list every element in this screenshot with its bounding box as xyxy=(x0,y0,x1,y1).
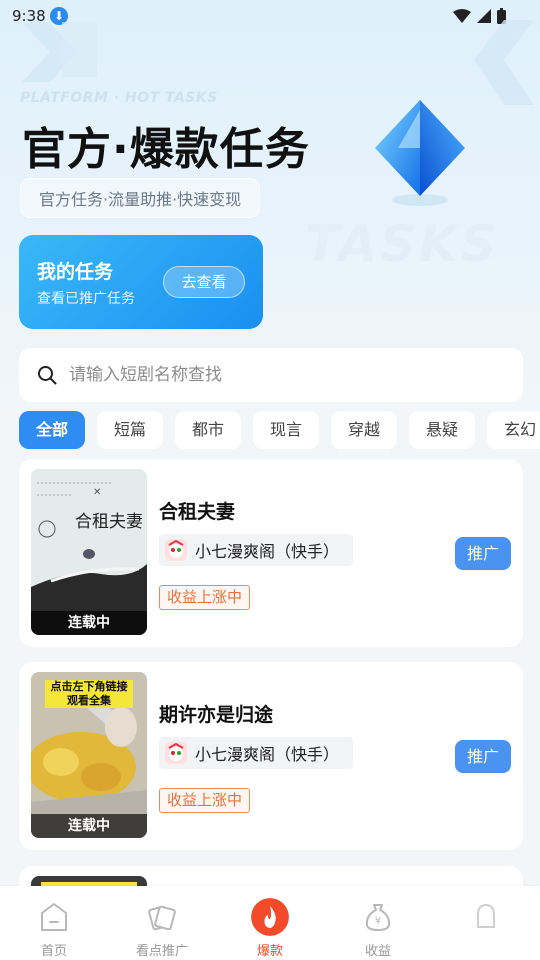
drama-cover[interactable]: ✕ 合租夫妻 连载中 xyxy=(31,469,147,635)
nav-home[interactable]: 首页 xyxy=(0,886,108,960)
my-task-title: 我的任务 xyxy=(37,261,114,283)
promote-button[interactable]: 推广 xyxy=(455,537,511,570)
drama-card[interactable]: ✕ 合租夫妻 连载中 合租夫妻 小七漫爽阁（快手） 收益上涨中 推广 xyxy=(19,459,523,647)
earnings-rising-badge: 收益上涨中 xyxy=(159,585,251,610)
promote-button[interactable]: 推广 xyxy=(455,740,511,773)
drama-card[interactable]: 点击左下角链接 观看全集 连载中 期许亦是归途 小七漫爽阁（快手） 收益上涨中 … xyxy=(19,662,523,850)
crystal-icon xyxy=(375,100,465,206)
my-task-card[interactable]: 我的任务 查看已推广任务 去查看 xyxy=(19,235,263,329)
page-title: 官方·爆款任务 xyxy=(22,124,310,175)
source-tag: 小七漫爽阁（快手） xyxy=(159,534,354,566)
nav-earnings[interactable]: ¥ 收益 xyxy=(324,886,432,960)
fire-icon xyxy=(251,898,289,936)
nav-promote-label: 看点推广 xyxy=(135,944,188,959)
cards-icon xyxy=(148,905,176,931)
home-icon xyxy=(41,903,67,931)
tab-modern-romance[interactable]: 现言 xyxy=(253,411,319,449)
tab-mystery[interactable]: 悬疑 xyxy=(409,411,475,449)
search-input[interactable] xyxy=(69,365,489,385)
serial-status-label: 连载中 xyxy=(31,611,147,635)
earnings-rising-badge: 收益上涨中 xyxy=(159,788,251,813)
drama-title: 期许亦是归途 xyxy=(159,704,274,726)
tab-urban[interactable]: 都市 xyxy=(175,411,241,449)
page-subtitle: 官方任务·流量助推·快速变现 xyxy=(20,178,261,218)
decor-shape-left xyxy=(22,22,97,82)
svg-text:✕: ✕ xyxy=(93,487,101,498)
nav-home-label: 首页 xyxy=(40,944,67,959)
nav-hot[interactable]: 爆款 xyxy=(216,886,324,960)
tab-short[interactable]: 短篇 xyxy=(97,411,163,449)
cover-caption: 点击左下角链接 观看全集 xyxy=(45,680,133,708)
category-tabs: 全部 短篇 都市 现言 穿越 悬疑 玄幻 xyxy=(19,411,540,449)
profile-icon xyxy=(477,903,495,928)
bottom-nav: 首页 看点推广 爆款 ¥ 收益 xyxy=(0,886,540,960)
tab-time-travel[interactable]: 穿越 xyxy=(331,411,397,449)
nav-profile[interactable] xyxy=(432,886,540,960)
nav-hot-label: 爆款 xyxy=(256,944,283,959)
source-logo-icon xyxy=(165,539,187,561)
tab-fantasy[interactable]: 玄幻 xyxy=(487,411,540,449)
tab-all[interactable]: 全部 xyxy=(19,411,85,449)
drama-cover[interactable]: 点击左下角链接 观看全集 连载中 xyxy=(31,672,147,838)
nav-earnings-label: 收益 xyxy=(364,944,391,959)
cover-title: 合租夫妻 xyxy=(75,512,143,532)
decor-shape-right xyxy=(474,20,534,105)
header-watermark: PLATFORM · HOT TASKS xyxy=(20,90,218,106)
serial-status-label: 连载中 xyxy=(31,814,147,838)
source-tag: 小七漫爽阁（快手） xyxy=(159,737,354,769)
source-name: 小七漫爽阁（快手） xyxy=(195,745,340,764)
my-task-desc: 查看已推广任务 xyxy=(37,291,135,307)
view-tasks-button[interactable]: 去查看 xyxy=(163,266,245,298)
search-icon xyxy=(38,366,57,385)
search-bar[interactable] xyxy=(19,348,523,402)
header-bg-word: TASKS xyxy=(305,215,500,273)
source-logo-icon xyxy=(165,742,187,764)
nav-promote[interactable]: 看点推广 xyxy=(108,886,216,960)
svg-text:¥: ¥ xyxy=(375,916,381,927)
source-name: 小七漫爽阁（快手） xyxy=(195,542,340,561)
drama-title: 合租夫妻 xyxy=(159,501,236,523)
money-bag-icon: ¥ xyxy=(365,904,391,931)
